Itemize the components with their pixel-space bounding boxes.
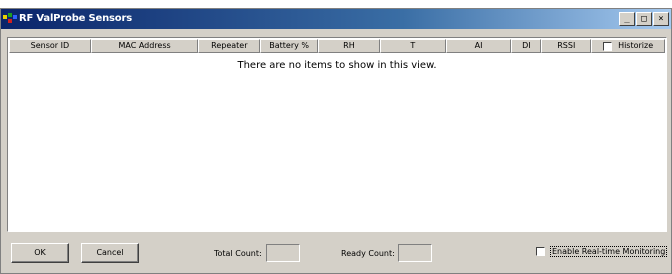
column-repeater[interactable]: Repeater	[198, 39, 261, 53]
minimize-button[interactable]: _	[619, 12, 635, 26]
column-historize[interactable]: Historize	[591, 39, 665, 53]
column-rh[interactable]: RH	[318, 39, 380, 53]
empty-message: There are no items to show in this view.	[237, 60, 437, 71]
window: RF ValProbe Sensors _ □ × Sensor ID MAC …	[0, 8, 672, 274]
column-ai[interactable]: AI	[445, 39, 512, 53]
column-mac-address[interactable]: MAC Address	[90, 39, 199, 53]
ready-count-label: Ready Count:	[341, 249, 395, 258]
realtime-label: Enable Real-time Monitoring	[550, 246, 668, 257]
historize-checkbox[interactable]	[603, 41, 613, 51]
app-icon	[3, 13, 17, 23]
column-historize-label: Historize	[618, 41, 654, 50]
sensor-list-view[interactable]: Sensor ID MAC Address Repeater Battery %…	[7, 37, 667, 232]
column-sensor-id[interactable]: Sensor ID	[9, 39, 91, 53]
footer: OK Cancel Total Count: Ready Count: Enab…	[1, 239, 671, 273]
column-battery[interactable]: Battery %	[260, 39, 319, 53]
column-header: Sensor ID MAC Address Repeater Battery %…	[9, 39, 665, 53]
total-count-label: Total Count:	[214, 249, 262, 258]
column-t[interactable]: T	[379, 39, 446, 53]
maximize-button[interactable]: □	[636, 12, 652, 26]
total-count-field	[266, 244, 300, 262]
column-rssi[interactable]: RSSI	[541, 39, 592, 53]
ready-count-field	[398, 244, 432, 262]
realtime-checkbox[interactable]	[536, 247, 545, 256]
cancel-button[interactable]: Cancel	[81, 243, 139, 263]
column-di[interactable]: DI	[511, 39, 542, 53]
window-title: RF ValProbe Sensors	[19, 13, 132, 24]
close-button[interactable]: ×	[653, 12, 669, 26]
ok-button[interactable]: OK	[11, 243, 69, 263]
title-bar[interactable]: RF ValProbe Sensors _ □ ×	[1, 9, 671, 29]
realtime-monitoring-toggle[interactable]: Enable Real-time Monitoring	[536, 246, 668, 257]
